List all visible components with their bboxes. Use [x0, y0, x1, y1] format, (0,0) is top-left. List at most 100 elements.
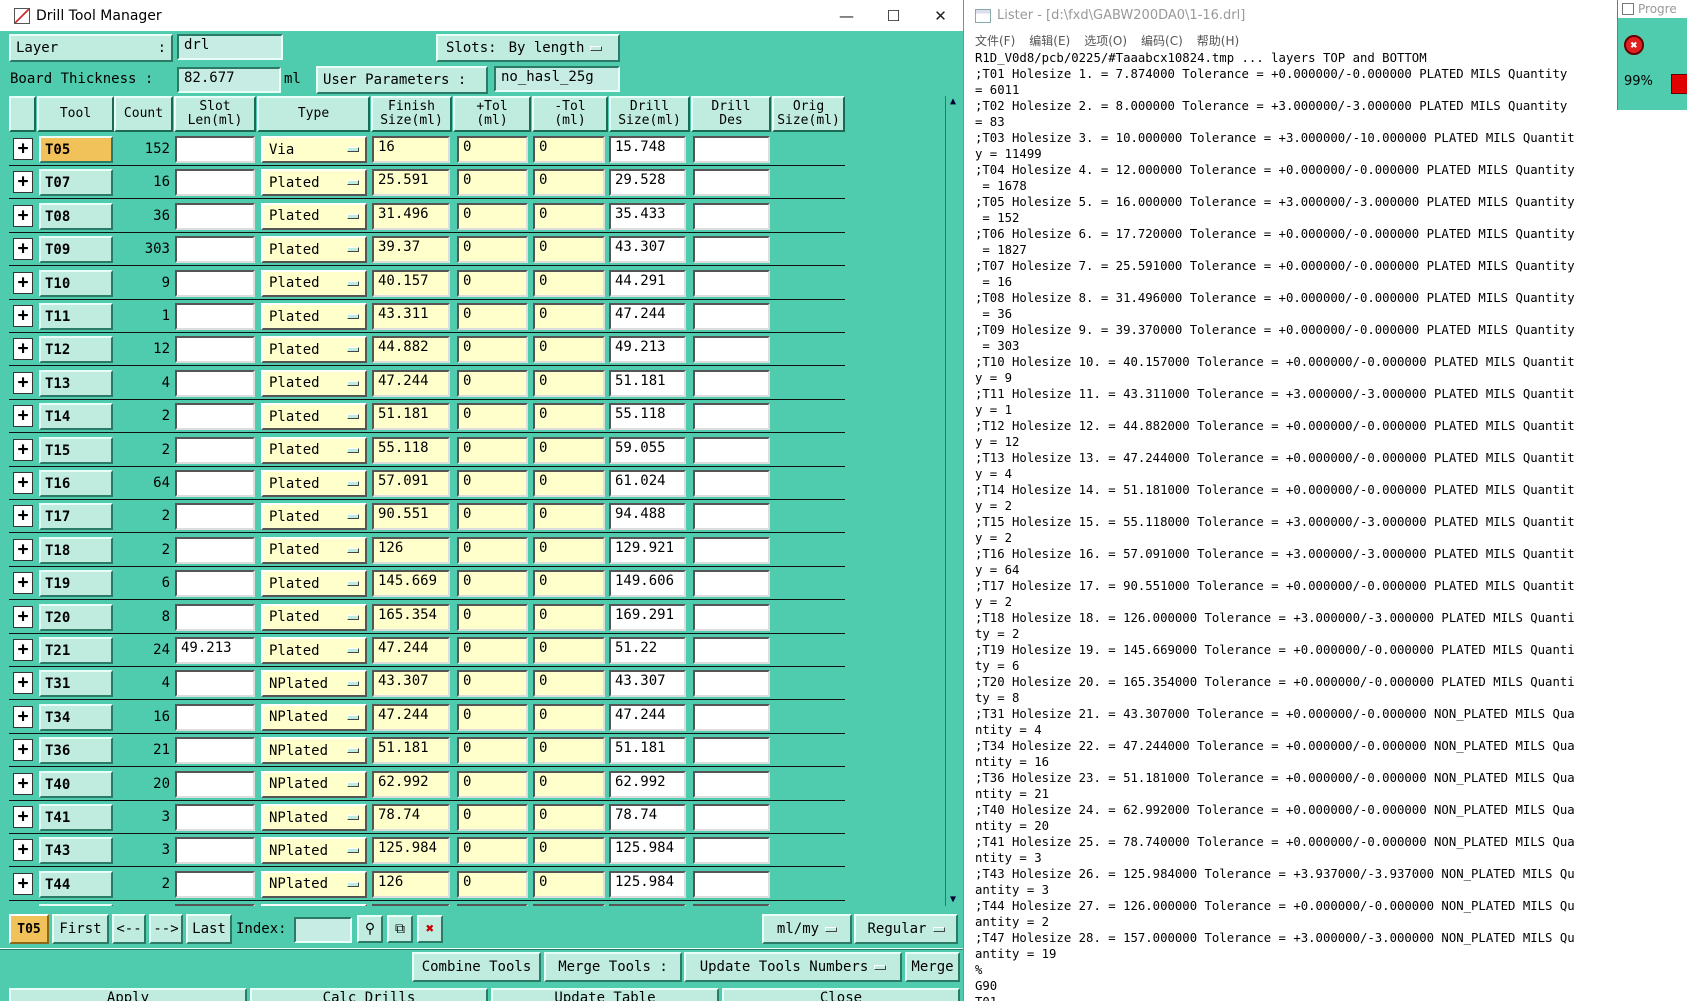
slot-length-field[interactable]	[175, 904, 255, 906]
calc-drills-button[interactable]: Calc Drills	[250, 988, 488, 1001]
expand-icon[interactable]: +	[13, 472, 33, 494]
plus-tolerance-field[interactable]: 0	[457, 336, 528, 364]
finish-size-field[interactable]: 47.244	[372, 637, 450, 664]
minus-tolerance-field[interactable]: 0	[533, 169, 605, 197]
finish-size-field[interactable]: 126	[372, 536, 450, 564]
type-menu[interactable]: NPlated	[261, 804, 367, 831]
expand-icon[interactable]: +	[13, 772, 33, 795]
plus-tolerance-field[interactable]: 0	[457, 503, 528, 531]
slot-length-field[interactable]	[175, 804, 255, 831]
finish-size-field[interactable]: 51.181	[372, 403, 450, 431]
tool-button[interactable]: T18	[39, 536, 113, 564]
drill-size-field[interactable]: 129.921	[609, 536, 686, 564]
type-menu[interactable]: Plated	[261, 269, 367, 297]
scroll-up-icon[interactable]: ▲	[947, 96, 959, 108]
drill-designator-field[interactable]	[693, 403, 770, 431]
drill-size-field[interactable]: 149.606	[609, 570, 686, 598]
slot-length-field[interactable]	[175, 169, 255, 197]
tool-button[interactable]: T07	[39, 169, 113, 197]
drill-designator-field[interactable]	[693, 703, 770, 731]
slot-length-field[interactable]	[175, 536, 255, 564]
minus-tolerance-field[interactable]: 0	[533, 303, 605, 330]
tool-button[interactable]: T13	[39, 369, 113, 397]
update-tools-numbers-menu[interactable]: Update Tools Numbers	[684, 952, 902, 982]
stop-icon[interactable]: ✖	[1624, 35, 1644, 55]
finish-size-field[interactable]: 62.992	[372, 770, 450, 798]
slot-length-field[interactable]	[175, 737, 255, 765]
expand-icon[interactable]: +	[13, 238, 33, 261]
slots-menu[interactable]: Slots: By length	[436, 34, 620, 62]
vertical-scrollbar[interactable]: ▲ ▼	[945, 96, 959, 906]
minus-tolerance-field[interactable]: 0	[533, 470, 605, 497]
expand-icon[interactable]: +	[13, 138, 33, 160]
drill-size-field[interactable]: 51.22	[609, 637, 686, 664]
drill-size-field[interactable]: 47.244	[609, 703, 686, 731]
slot-length-field[interactable]	[175, 303, 255, 330]
tool-button[interactable]: T40	[39, 770, 113, 798]
finish-size-field[interactable]: 47.244	[372, 369, 450, 397]
tool-button[interactable]: T08	[39, 202, 113, 230]
drill-designator-field[interactable]	[693, 536, 770, 564]
plus-tolerance-field[interactable]: 0	[457, 169, 528, 197]
lister-title-bar[interactable]: Lister - [d:\fxd\GABW200DA0\1-16.drl]	[965, 0, 1620, 31]
drill-designator-field[interactable]	[693, 570, 770, 598]
plus-tolerance-field[interactable]: 0	[457, 136, 528, 163]
slot-length-field[interactable]	[175, 603, 255, 631]
minus-tolerance-field[interactable]: 0	[533, 804, 605, 831]
expand-icon[interactable]: +	[13, 705, 33, 728]
type-menu[interactable]: Plated	[261, 570, 367, 598]
drill-size-field[interactable]: 94.488	[609, 503, 686, 531]
drill-designator-field[interactable]	[693, 870, 770, 898]
finish-size-field[interactable]: 25.591	[372, 169, 450, 197]
minus-tolerance-field[interactable]: 0	[533, 703, 605, 731]
tool-button[interactable]: T36	[39, 737, 113, 765]
slot-length-field[interactable]	[175, 670, 255, 698]
drill-size-field[interactable]: 43.307	[609, 670, 686, 698]
slot-length-field[interactable]	[175, 336, 255, 364]
finish-size-field[interactable]: 31.496	[372, 202, 450, 230]
finish-size-field[interactable]: 44.882	[372, 336, 450, 364]
drill-size-field[interactable]: 157.48	[609, 904, 686, 906]
minus-tolerance-field[interactable]: 0	[533, 403, 605, 431]
finish-size-field[interactable]: 90.551	[372, 503, 450, 531]
finish-size-field[interactable]: 43.311	[372, 303, 450, 330]
minus-tolerance-field[interactable]: 0	[533, 436, 605, 464]
minus-tolerance-field[interactable]: 0	[533, 503, 605, 531]
drill-size-field[interactable]: 169.291	[609, 603, 686, 631]
board-thickness-field[interactable]: 82.677	[177, 67, 281, 93]
close-button[interactable]: Close	[722, 988, 960, 1001]
type-menu[interactable]: Plated	[261, 403, 367, 431]
plus-tolerance-field[interactable]: 0	[457, 703, 528, 731]
expand-icon[interactable]: +	[13, 305, 33, 327]
minus-tolerance-field[interactable]: 0	[533, 637, 605, 664]
type-menu[interactable]	[261, 904, 367, 906]
lister-menu-item[interactable]: 编辑(E)	[1029, 32, 1070, 52]
drill-designator-field[interactable]	[693, 202, 770, 230]
plus-tolerance-field[interactable]: 0	[457, 436, 528, 464]
plus-tolerance-field[interactable]: 0	[457, 470, 528, 497]
plus-tolerance-field[interactable]: 0	[457, 269, 528, 297]
slot-length-field[interactable]	[175, 570, 255, 598]
drill-size-field[interactable]: 51.181	[609, 737, 686, 765]
type-menu[interactable]: Plated	[261, 236, 367, 264]
layer-field[interactable]: drl	[177, 34, 283, 60]
type-menu[interactable]: Plated	[261, 336, 367, 364]
type-menu[interactable]: Plated	[261, 436, 367, 464]
combine-tools-button[interactable]: Combine Tools	[412, 952, 541, 982]
type-menu[interactable]: Plated	[261, 503, 367, 531]
minus-tolerance-field[interactable]: 0	[533, 670, 605, 698]
drill-size-field[interactable]: 78.74	[609, 804, 686, 831]
finish-size-field[interactable]: 126	[372, 870, 450, 898]
plus-tolerance-field[interactable]: 0	[457, 770, 528, 798]
plus-tolerance-field[interactable]: 0	[457, 870, 528, 898]
drill-size-field[interactable]: 49.213	[609, 336, 686, 364]
minus-tolerance-field[interactable]: 0	[533, 369, 605, 397]
expand-icon[interactable]: +	[13, 672, 33, 695]
drill-designator-field[interactable]	[693, 303, 770, 330]
maximize-button[interactable]: ☐	[870, 0, 917, 31]
drill-size-field[interactable]: 62.992	[609, 770, 686, 798]
finish-size-field[interactable]: 43.307	[372, 670, 450, 698]
plus-tolerance-field[interactable]: 0	[457, 603, 528, 631]
drill-size-field[interactable]: 125.984	[609, 837, 686, 865]
type-menu[interactable]: Plated	[261, 536, 367, 564]
